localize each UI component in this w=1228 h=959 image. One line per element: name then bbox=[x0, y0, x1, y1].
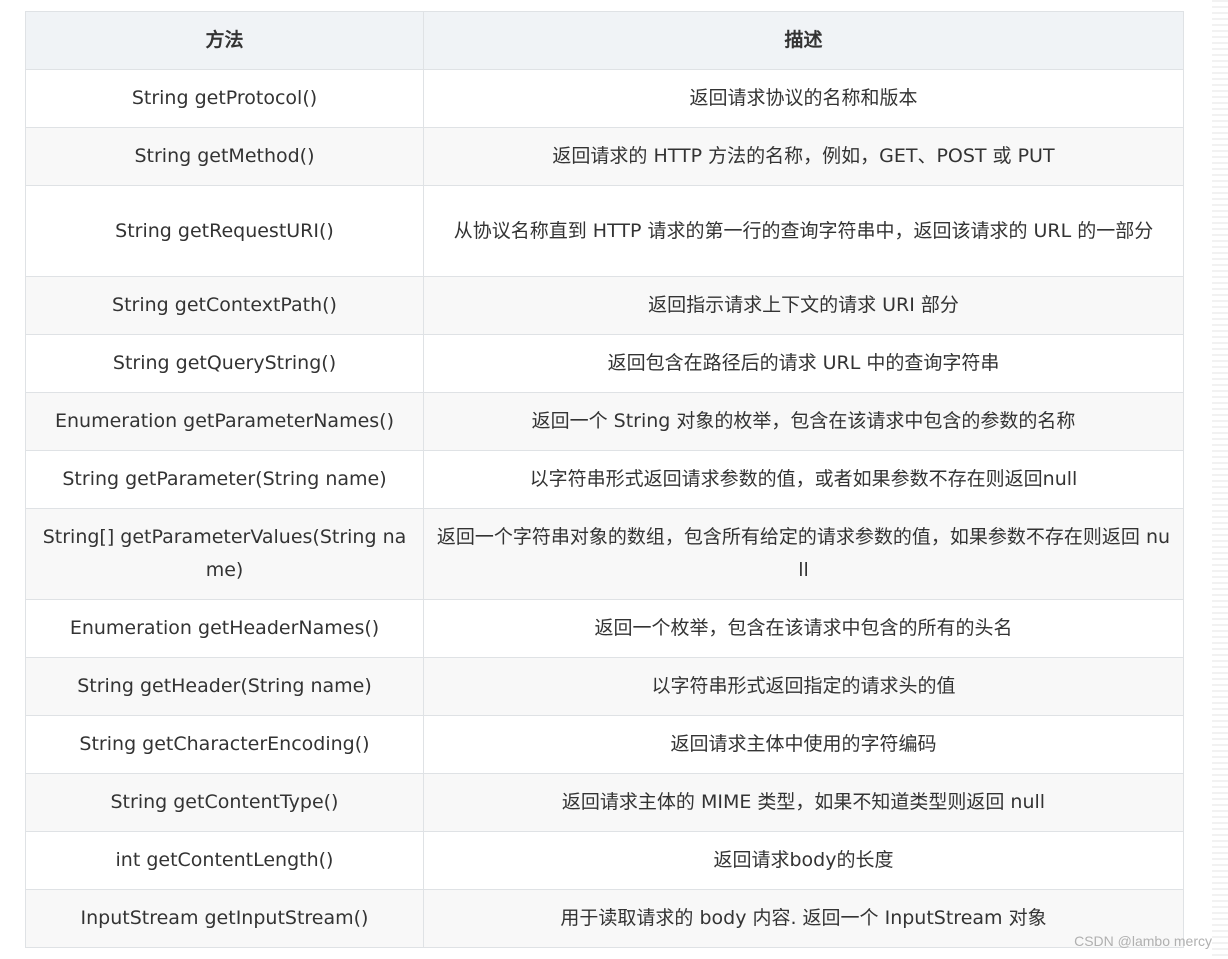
table-row: Enumeration getParameterNames() 返回一个 Str… bbox=[25, 392, 1184, 451]
table-row: String getRequestURI() 从协议名称直到 HTTP 请求的第… bbox=[25, 185, 1184, 277]
method-cell: InputStream getInputStream() bbox=[25, 889, 424, 948]
header-description: 描述 bbox=[423, 11, 1184, 70]
description-cell: 从协议名称直到 HTTP 请求的第一行的查询字符串中，返回该请求的 URL 的一… bbox=[423, 185, 1184, 277]
table-row: String getQueryString() 返回包含在路径后的请求 URL … bbox=[25, 334, 1184, 393]
table-row: InputStream getInputStream() 用于读取请求的 bod… bbox=[25, 889, 1184, 948]
description-cell: 返回一个 String 对象的枚举，包含在该请求中包含的参数的名称 bbox=[423, 392, 1184, 451]
method-cell: String getHeader(String name) bbox=[25, 657, 424, 716]
method-cell: String getQueryString() bbox=[25, 334, 424, 393]
description-cell: 返回一个字符串对象的数组，包含所有给定的请求参数的值，如果参数不存在则返回 nu… bbox=[423, 508, 1184, 600]
description-cell: 返回包含在路径后的请求 URL 中的查询字符串 bbox=[423, 334, 1184, 393]
method-cell: String[] getParameterValues(String name) bbox=[25, 508, 424, 600]
watermark: CSDN @lambo mercy bbox=[1074, 933, 1212, 949]
description-cell: 返回请求的 HTTP 方法的名称，例如，GET、POST 或 PUT bbox=[423, 127, 1184, 186]
method-cell: Enumeration getParameterNames() bbox=[25, 392, 424, 451]
table-row: String getCharacterEncoding() 返回请求主体中使用的… bbox=[25, 715, 1184, 774]
table-row: String getParameter(String name) 以字符串形式返… bbox=[25, 450, 1184, 509]
table-row: String getProtocol() 返回请求协议的名称和版本 bbox=[25, 69, 1184, 128]
description-cell: 用于读取请求的 body 内容. 返回一个 InputStream 对象 bbox=[423, 889, 1184, 948]
method-cell: String getContentType() bbox=[25, 773, 424, 832]
method-cell: String getMethod() bbox=[25, 127, 424, 186]
method-cell: Enumeration getHeaderNames() bbox=[25, 599, 424, 658]
table-header-row: 方法 描述 bbox=[25, 11, 1184, 70]
method-cell: String getRequestURI() bbox=[25, 185, 424, 277]
method-cell: String getProtocol() bbox=[25, 69, 424, 128]
description-cell: 返回指示请求上下文的请求 URI 部分 bbox=[423, 276, 1184, 335]
description-cell: 以字符串形式返回指定的请求头的值 bbox=[423, 657, 1184, 716]
table-row: Enumeration getHeaderNames() 返回一个枚举，包含在该… bbox=[25, 599, 1184, 658]
description-cell: 返回请求协议的名称和版本 bbox=[423, 69, 1184, 128]
method-cell: int getContentLength() bbox=[25, 831, 424, 890]
header-method: 方法 bbox=[25, 11, 424, 70]
description-cell: 返回请求主体中使用的字符编码 bbox=[423, 715, 1184, 774]
method-cell: String getParameter(String name) bbox=[25, 450, 424, 509]
description-cell: 返回请求主体的 MIME 类型，如果不知道类型则返回 null bbox=[423, 773, 1184, 832]
description-cell: 返回请求body的长度 bbox=[423, 831, 1184, 890]
scrollbar-track[interactable] bbox=[1212, 0, 1228, 959]
table-row: String getHeader(String name) 以字符串形式返回指定… bbox=[25, 657, 1184, 716]
method-cell: String getContextPath() bbox=[25, 276, 424, 335]
table-row: String getContextPath() 返回指示请求上下文的请求 URI… bbox=[25, 276, 1184, 335]
table-row: String[] getParameterValues(String name)… bbox=[25, 508, 1184, 600]
table-row: String getContentType() 返回请求主体的 MIME 类型，… bbox=[25, 773, 1184, 832]
request-methods-table: 方法 描述 String getProtocol() 返回请求协议的名称和版本 … bbox=[25, 11, 1184, 948]
page: 方法 描述 String getProtocol() 返回请求协议的名称和版本 … bbox=[0, 0, 1228, 959]
table-row: String getMethod() 返回请求的 HTTP 方法的名称，例如，G… bbox=[25, 127, 1184, 186]
description-cell: 以字符串形式返回请求参数的值，或者如果参数不存在则返回null bbox=[423, 450, 1184, 509]
description-cell: 返回一个枚举，包含在该请求中包含的所有的头名 bbox=[423, 599, 1184, 658]
table-row: int getContentLength() 返回请求body的长度 bbox=[25, 831, 1184, 890]
method-cell: String getCharacterEncoding() bbox=[25, 715, 424, 774]
